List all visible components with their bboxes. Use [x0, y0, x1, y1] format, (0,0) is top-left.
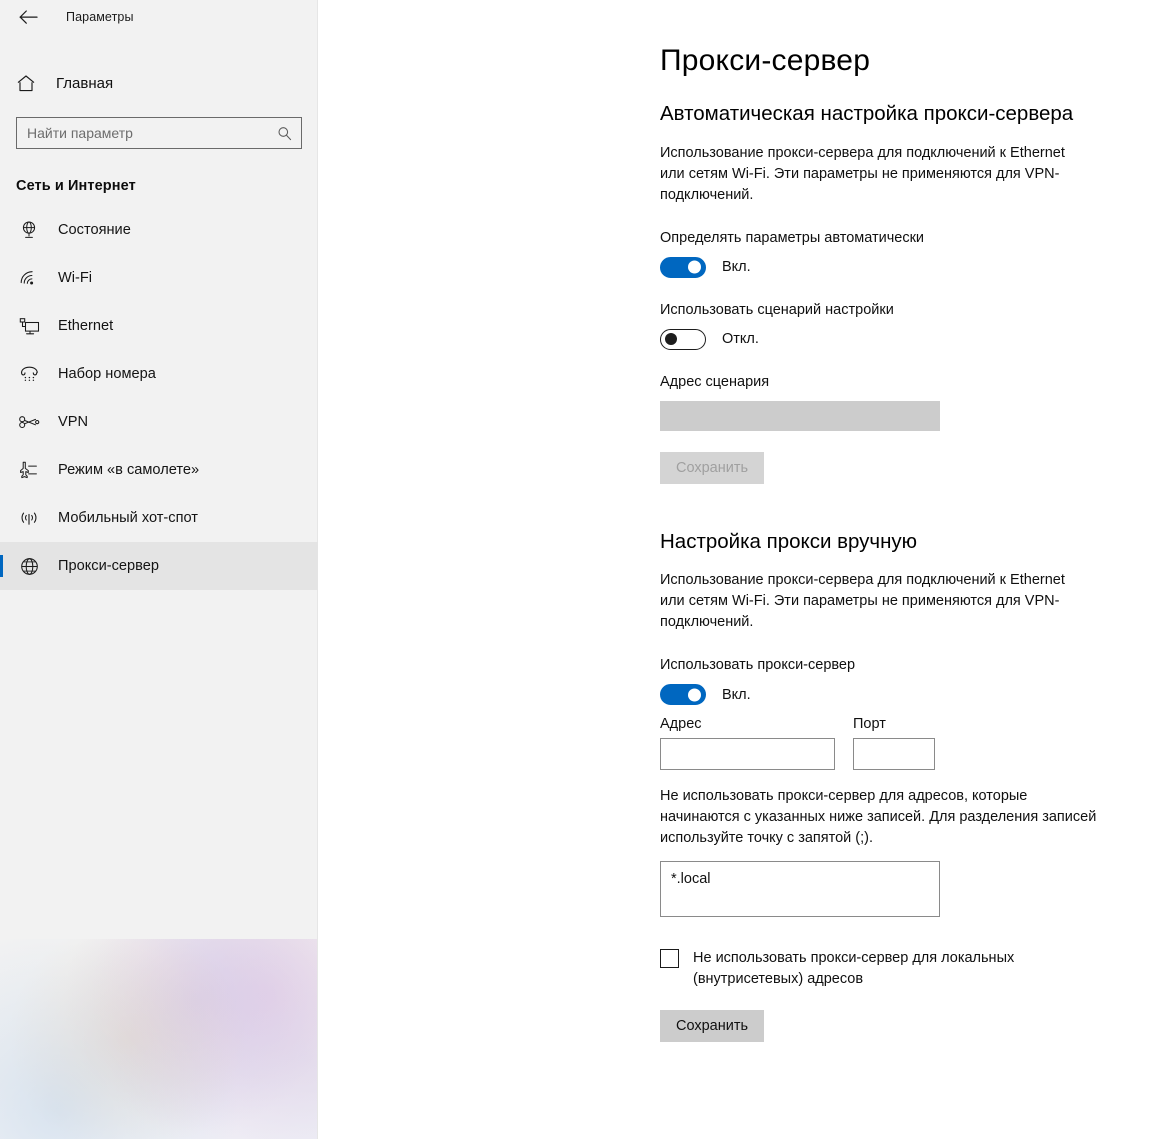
- dialup-phone-icon: [16, 361, 42, 387]
- address-input[interactable]: [660, 738, 835, 771]
- script-address-label: Адрес сценария: [660, 373, 770, 390]
- sidebar-item-wifi-label: Wi-Fi: [58, 270, 93, 286]
- sidebar-item-vpn[interactable]: VPN: [0, 398, 318, 446]
- auto-save-button: Сохранить: [660, 451, 765, 484]
- bypass-description: Не использовать прокси-сервер для адресо…: [660, 788, 1097, 847]
- use-script-toggle[interactable]: [660, 328, 706, 350]
- ethernet-monitor-icon: [16, 313, 42, 339]
- proxy-globe-icon: [16, 553, 42, 579]
- auto-setup-description: Использование прокси-сервера для подключ…: [660, 144, 1065, 203]
- sidebar-item-ethernet-label: Ethernet: [58, 318, 114, 334]
- sidebar-item-airplane-mode-label: Режим «в самолете»: [58, 462, 200, 478]
- address-label: Адрес: [660, 716, 702, 733]
- sidebar-item-vpn-label: VPN: [58, 414, 89, 430]
- use-script-toggle-row: Откл.: [660, 328, 1175, 350]
- sidebar-item-dialup[interactable]: Набор номера: [0, 350, 318, 398]
- local-bypass-row[interactable]: Не использовать прокси-сервер для локаль…: [660, 948, 1175, 989]
- auto-detect-toggle[interactable]: [660, 256, 706, 278]
- auto-detect-label: Определять параметры автоматически: [660, 229, 925, 246]
- page-title: Прокси-сервер: [660, 44, 871, 77]
- sidebar-item-proxy[interactable]: Прокси-сервер: [0, 542, 318, 590]
- sidebar-nav: Состояние Wi-Fi Ethernet Набор номера VP…: [0, 206, 318, 590]
- toggle-knob: [688, 688, 701, 702]
- sidebar-item-status-label: Состояние: [58, 222, 131, 238]
- sidebar-item-mobile-hotspot-label: Мобильный хот-спот: [58, 510, 198, 526]
- sidebar-item-proxy-label: Прокси-сервер: [58, 558, 159, 574]
- toggle-knob: [665, 333, 677, 346]
- sidebar-item-mobile-hotspot[interactable]: Мобильный хот-спот: [0, 494, 318, 542]
- toggle-knob: [688, 260, 701, 274]
- back-button[interactable]: [12, 2, 44, 32]
- main-content: Прокси-сервер Автоматическая настройка п…: [318, 0, 1175, 1139]
- bypass-list-textarea[interactable]: *.local: [660, 861, 940, 918]
- local-bypass-checkbox[interactable]: [660, 949, 679, 969]
- manual-save-button[interactable]: Сохранить: [660, 1009, 765, 1042]
- search-icon[interactable]: [275, 124, 293, 142]
- use-proxy-toggle-row: Вкл.: [660, 684, 1175, 706]
- manual-setup-description: Использование прокси-сервера для подключ…: [660, 572, 1065, 631]
- app-title: Параметры: [66, 10, 134, 24]
- sidebar-item-status[interactable]: Состояние: [0, 206, 318, 254]
- port-field-group: Порт: [853, 716, 935, 771]
- use-script-label: Использовать сценарий настройки: [660, 301, 894, 318]
- auto-setup-heading: Автоматическая настройка прокси-сервера: [660, 102, 1074, 125]
- settings-window: Параметры Главная Сеть и Интернет: [0, 0, 1175, 1139]
- use-proxy-toggle-state: Вкл.: [722, 686, 751, 703]
- title-bar: Параметры: [0, 0, 318, 34]
- script-address-input: [660, 400, 940, 431]
- sidebar-acrylic-gradient: [0, 939, 318, 1139]
- use-proxy-toggle[interactable]: [660, 684, 706, 706]
- port-input[interactable]: [853, 738, 935, 771]
- vpn-key-icon: [16, 409, 42, 435]
- sidebar-item-home-label: Главная: [56, 74, 114, 92]
- use-proxy-label: Использовать прокси-сервер: [660, 657, 856, 674]
- port-label: Порт: [853, 716, 886, 733]
- use-script-toggle-state: Откл.: [722, 331, 759, 348]
- home-icon: [16, 74, 44, 93]
- mobile-hotspot-icon: [16, 505, 42, 531]
- sidebar-item-home[interactable]: Главная: [0, 63, 318, 103]
- search-input[interactable]: [27, 125, 275, 141]
- network-status-globe-icon: [16, 217, 42, 243]
- sidebar-group-title: Сеть и Интернет: [16, 178, 136, 194]
- search-box[interactable]: [16, 117, 302, 149]
- sidebar: Параметры Главная Сеть и Интернет: [0, 0, 318, 1139]
- local-bypass-label: Не использовать прокси-сервер для локаль…: [693, 950, 1015, 987]
- manual-setup-heading: Настройка прокси вручную: [660, 529, 918, 553]
- address-port-row: Адрес Порт: [660, 716, 1175, 771]
- auto-detect-toggle-row: Вкл.: [660, 256, 1175, 278]
- airplane-icon: [16, 457, 42, 483]
- auto-detect-toggle-state: Вкл.: [722, 259, 751, 276]
- sidebar-item-ethernet[interactable]: Ethernet: [0, 302, 318, 350]
- sidebar-item-airplane-mode[interactable]: Режим «в самолете»: [0, 446, 318, 494]
- wifi-icon: [16, 265, 42, 291]
- back-arrow-icon: [18, 9, 38, 24]
- sidebar-item-dialup-label: Набор номера: [58, 366, 156, 382]
- sidebar-item-wifi[interactable]: Wi-Fi: [0, 254, 318, 302]
- address-field-group: Адрес: [660, 716, 835, 771]
